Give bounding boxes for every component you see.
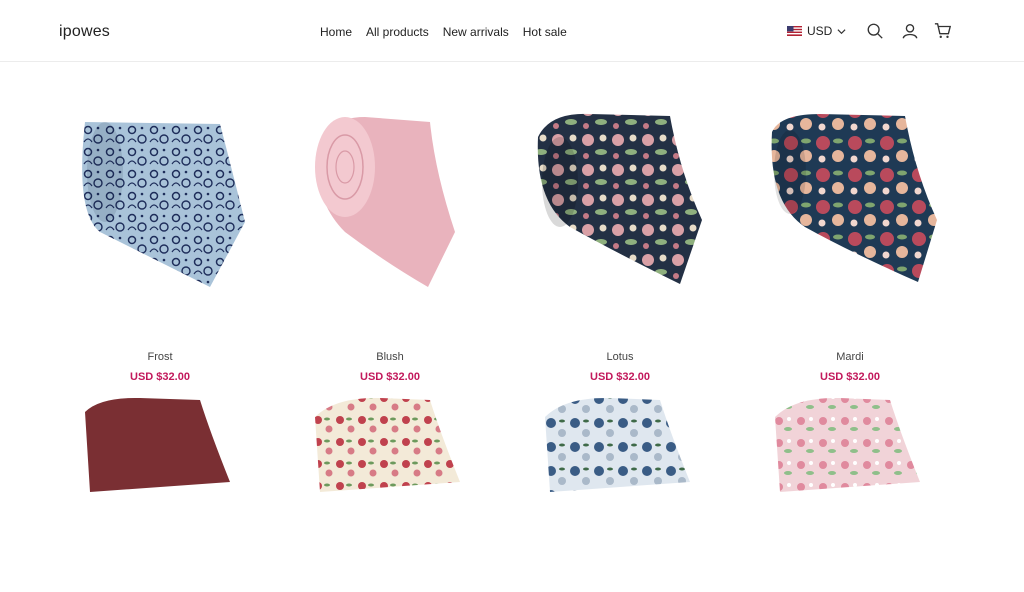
product-image-floral-pink[interactable]	[750, 392, 950, 592]
product-image-floral-cream[interactable]	[290, 392, 490, 592]
nav-new-arrivals[interactable]: New arrivals	[443, 25, 509, 39]
chevron-down-icon	[837, 28, 846, 34]
product-image-mardi[interactable]	[750, 102, 950, 302]
product-image-blush[interactable]	[290, 102, 490, 302]
currency-label: USD	[807, 24, 833, 38]
nav-hot-sale[interactable]: Hot sale	[523, 25, 567, 39]
search-icon[interactable]	[866, 22, 884, 40]
product-price: USD $32.00	[820, 371, 880, 383]
us-flag-icon	[787, 26, 802, 36]
site-header: ipowes Home All products New arrivals Ho…	[0, 0, 1024, 62]
main-nav: Home All products New arrivals Hot sale	[320, 25, 581, 39]
product-price: USD $32.00	[590, 371, 650, 383]
product-price: USD $32.00	[130, 371, 190, 383]
currency-selector[interactable]: USD	[787, 24, 846, 38]
cart-icon[interactable]	[934, 22, 952, 40]
product-price: USD $32.00	[360, 371, 420, 383]
product-name[interactable]: Mardi	[750, 351, 950, 363]
product-name[interactable]: Frost	[60, 351, 260, 363]
product-image-floral-blue[interactable]	[520, 392, 720, 592]
nav-all-products[interactable]: All products	[366, 25, 429, 39]
product-image-burgundy[interactable]	[60, 392, 260, 592]
product-image-frost[interactable]	[60, 102, 260, 302]
store-logo[interactable]: ipowes	[59, 23, 110, 41]
product-name[interactable]: Lotus	[520, 351, 720, 363]
product-image-lotus[interactable]	[520, 102, 720, 302]
account-icon[interactable]	[901, 22, 919, 40]
product-name[interactable]: Blush	[290, 351, 490, 363]
nav-home[interactable]: Home	[320, 25, 352, 39]
